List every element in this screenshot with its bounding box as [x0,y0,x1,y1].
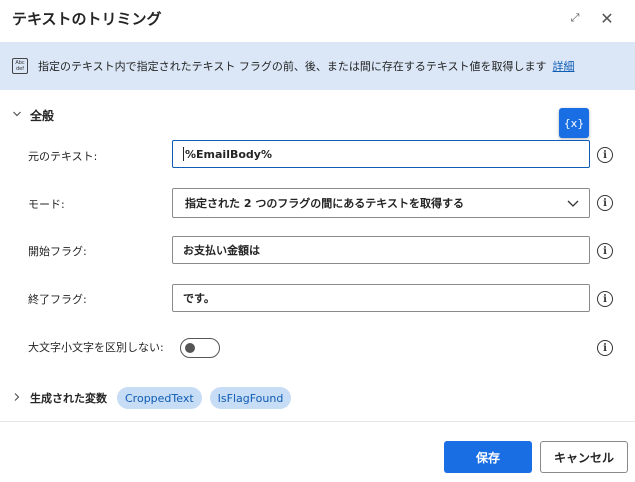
save-button[interactable]: 保存 [444,441,532,473]
general-section-label: 全般 [30,109,55,123]
info-icon[interactable]: i [597,291,613,307]
dialog-title: テキストのトリミング [12,10,162,28]
generated-variables-label: 生成された変数 [30,392,107,405]
original-text-input[interactable]: %EmailBody% [172,140,590,168]
start-flag-label: 開始フラグ: [28,245,87,258]
ignore-case-toggle[interactable] [180,338,220,358]
info-icon[interactable]: i [597,147,613,163]
mode-selected-value: 指定された 2 つのフラグの間にあるテキストを取得する [185,197,464,210]
variable-picker-button[interactable]: {x} [559,108,589,138]
original-text-label: 元のテキスト: [28,150,98,163]
chevron-right-icon[interactable] [12,392,22,405]
cancel-button[interactable]: キャンセル [540,441,628,473]
info-icon[interactable]: i [597,195,613,211]
text-cursor [183,147,184,161]
description-banner: Abc def 指定のテキスト内で指定されたテキスト フラグの前、後、または間に… [0,42,635,90]
mode-label: モード: [28,198,65,211]
close-icon[interactable]: ✕ [594,6,620,30]
generated-variables-row: 生成された変数 CroppedText IsFlagFound [12,387,299,409]
variable-chip-croppedtext[interactable]: CroppedText [117,387,202,409]
end-flag-label: 終了フラグ: [28,293,87,306]
ignore-case-label: 大文字小文字を区別しない: [28,341,164,354]
toggle-knob [185,343,195,353]
title-bar: テキストのトリミング ⤢ ✕ [0,0,635,40]
start-flag-value: お支払い金額は [183,244,260,257]
expand-icon[interactable]: ⤢ [562,6,588,30]
text-doc-icon: Abc def [12,58,28,74]
original-text-value: %EmailBody% [185,147,272,161]
end-flag-value: です。 [183,292,215,305]
banner-description: 指定のテキスト内で指定されたテキスト フラグの前、後、または間に存在するテキスト… [38,60,547,73]
mode-dropdown[interactable]: 指定された 2 つのフラグの間にあるテキストを取得する [172,188,590,218]
end-flag-input[interactable]: です。 [172,284,590,312]
info-icon[interactable]: i [597,243,613,259]
footer-divider [0,421,635,422]
chevron-down-icon [565,195,581,211]
details-link[interactable]: 詳細 [553,58,575,74]
variable-chip-isflagfound[interactable]: IsFlagFound [209,387,292,409]
general-section-header[interactable]: 全般 [12,107,54,124]
chevron-down-icon [12,109,22,122]
start-flag-input[interactable]: お支払い金額は [172,236,590,264]
info-icon[interactable]: i [597,340,613,356]
